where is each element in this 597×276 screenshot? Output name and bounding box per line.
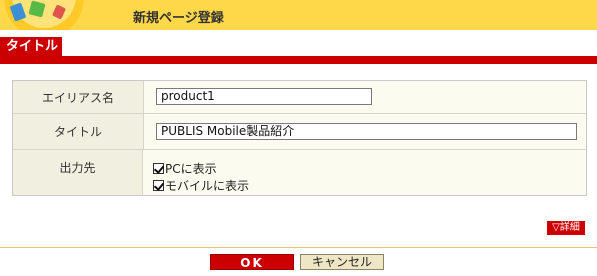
title-label: タイトル (13, 114, 144, 149)
detail-toggle-button[interactable]: ▽詳細 (547, 221, 585, 235)
footer-divider (0, 247, 597, 248)
ok-button[interactable]: OK (210, 254, 294, 270)
title-value-cell: PUBLIS Mobile製品紹介 (144, 114, 586, 149)
mobile-checkbox-label: モバイルに表示 (165, 179, 250, 193)
header-bar: 新規ページ登録 (0, 0, 597, 30)
mobile-output-option[interactable]: モバイルに表示 (153, 177, 249, 194)
pc-output-option[interactable]: PCに表示 (153, 160, 217, 177)
title-input[interactable]: PUBLIS Mobile製品紹介 (156, 123, 577, 140)
form-row-title: タイトル PUBLIS Mobile製品紹介 (13, 114, 586, 150)
logo-icon (0, 0, 88, 30)
tab-underline (0, 56, 597, 64)
alias-input[interactable]: product1 (156, 88, 372, 105)
alias-label: エイリアス名 (13, 81, 144, 113)
mobile-checkbox[interactable] (153, 180, 164, 191)
alias-value-cell: product1 (144, 81, 586, 113)
page-title: 新規ページ登録 (133, 11, 224, 26)
tab-title[interactable]: タイトル (0, 37, 62, 57)
form-row-output: 出力先 (13, 150, 586, 195)
form-panel: エイリアス名 product1 タイトル PUBLIS Mobile製品紹介 出… (12, 80, 587, 196)
form-row-alias: エイリアス名 product1 (13, 81, 586, 114)
page: 新規ページ登録 タイトル エイリアス名 product1 タイトル PUBLIS… (0, 0, 597, 276)
cancel-button[interactable]: キャンセル (300, 254, 384, 270)
pc-checkbox-label: PCに表示 (165, 162, 217, 176)
pc-checkbox[interactable] (153, 163, 164, 174)
output-label: 出力先 (13, 150, 143, 195)
